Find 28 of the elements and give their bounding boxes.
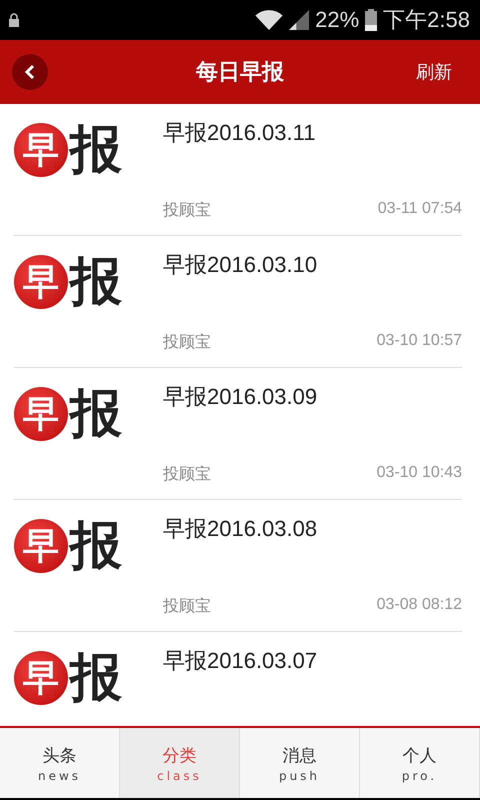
- article-title[interactable]: 早报2016.03.07: [163, 646, 462, 676]
- newspaper-logo: 早 报: [14, 118, 136, 182]
- wifi-icon: [255, 10, 284, 30]
- article-time: 03-10 10:57: [376, 332, 462, 351]
- article-title[interactable]: 早报2016.03.10: [163, 250, 462, 280]
- article-time: 03-11 07:54: [378, 200, 462, 219]
- article-title[interactable]: 早报2016.03.11: [163, 118, 462, 148]
- nav-tab[interactable]: 分类 class: [120, 728, 240, 798]
- newspaper-logo: 早 报: [14, 250, 136, 314]
- article-source: 投顾宝: [163, 464, 211, 485]
- article-source: 投顾宝: [163, 596, 211, 617]
- article-time: 03-08 08:12: [376, 596, 462, 615]
- newspaper-logo: 早 报: [14, 514, 136, 578]
- article-source: 投顾宝: [163, 200, 211, 221]
- battery-percent: 22%: [315, 7, 360, 33]
- lock-icon: [8, 13, 20, 27]
- battery-icon: [365, 9, 378, 31]
- article-title[interactable]: 早报2016.03.09: [163, 382, 462, 412]
- article-title[interactable]: 早报2016.03.08: [163, 514, 462, 544]
- signal-icon: [289, 10, 310, 30]
- newspaper-logo: 早 报: [14, 382, 136, 446]
- back-button[interactable]: [12, 54, 48, 90]
- refresh-button[interactable]: 刷新: [416, 56, 452, 88]
- newspaper-logo: 早 报: [14, 646, 136, 710]
- clock: 下午2:58: [383, 6, 470, 34]
- page-title: 每日早报: [196, 59, 284, 87]
- article-source: 投顾宝: [163, 332, 211, 353]
- article-time: 03-10 10:43: [376, 464, 462, 483]
